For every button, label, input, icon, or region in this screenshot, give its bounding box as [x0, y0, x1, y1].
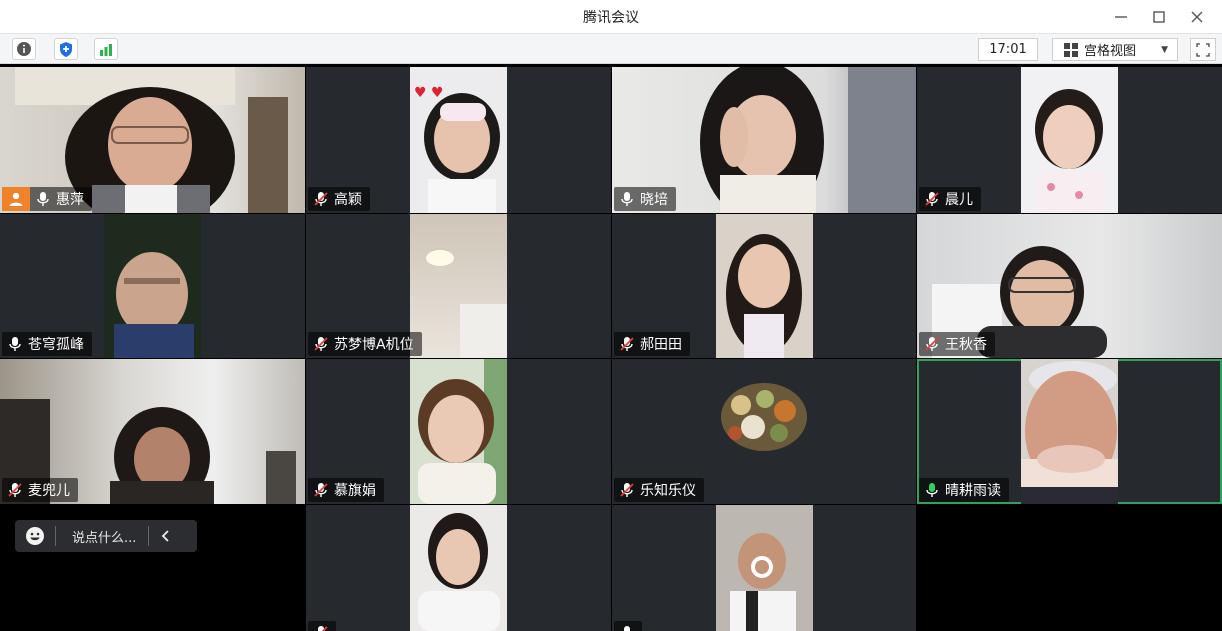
participant-name: 晓培 [640, 192, 668, 208]
shield-icon [60, 41, 72, 57]
video-grid: 惠萍 ♥ ♥ 高颖 晓培 晨儿 苍穹孤峰 苏梦博A机位 郝田田 王秋香 麦兜儿 … [0, 67, 1222, 631]
participant-name: 晴耕雨读 [945, 483, 1001, 499]
participant-name: 高颖 [334, 192, 362, 208]
view-mode-dropdown[interactable]: 宫格视图 ▼ [1052, 38, 1178, 61]
participant-tile[interactable]: 苏梦博A机位 [306, 214, 611, 358]
mic-muted-icon [925, 336, 939, 352]
mic-speaking-icon [925, 482, 939, 498]
participant-name-tag: 慕旗娟 [308, 478, 384, 502]
mic-muted-icon [314, 336, 328, 352]
participant-tile[interactable]: 苍穹孤峰 [0, 214, 305, 358]
chevron-down-icon: ▼ [1161, 44, 1168, 55]
participant-name-tag: 晨儿 [919, 187, 981, 211]
maximize-button[interactable] [1140, 0, 1178, 33]
participant-video [716, 214, 813, 358]
participant-name-tag [614, 621, 642, 631]
minimize-icon [1115, 15, 1127, 18]
participant-name: 惠萍 [56, 192, 84, 208]
mic-muted-icon [925, 191, 939, 207]
participant-video [410, 214, 507, 358]
participant-name: 苏梦博A机位 [334, 337, 414, 353]
participant-name-tag: 郝田田 [614, 332, 690, 356]
participant-tile[interactable]: 惠萍 [0, 67, 305, 213]
participant-name-tag: 乐知乐仪 [614, 478, 704, 502]
title-bar: 腾讯会议 [0, 0, 1222, 33]
participant-tile[interactable] [612, 505, 916, 631]
participant-tile[interactable]: 晨儿 [917, 67, 1222, 213]
network-status-button[interactable] [94, 38, 118, 60]
mic-muted-icon [8, 482, 22, 498]
participant-name-tag: 惠萍 [2, 187, 92, 211]
participant-name-tag [308, 621, 336, 631]
mic-muted-icon [314, 191, 328, 207]
participant-video [716, 505, 813, 631]
grid-view-icon [1064, 42, 1078, 57]
participant-name: 郝田田 [640, 337, 682, 353]
participant-tile[interactable]: 郝田田 [612, 214, 916, 358]
participant-avatar [721, 383, 807, 451]
participant-name-tag: 王秋香 [919, 332, 995, 356]
svg-text:♥ ♥: ♥ ♥ [414, 85, 444, 101]
window-title: 腾讯会议 [583, 9, 639, 26]
info-icon [17, 42, 31, 56]
emoji-icon [26, 527, 44, 545]
mic-on-icon [620, 191, 634, 207]
minimize-button[interactable] [1102, 0, 1140, 33]
mic-muted-icon [620, 482, 634, 498]
participant-name: 慕旗娟 [334, 483, 376, 499]
security-button[interactable] [54, 38, 78, 60]
view-mode-label: 宫格视图 [1084, 44, 1137, 59]
chat-input[interactable]: 说点什么... [56, 527, 148, 546]
participant-video: ♥ ♥ [410, 67, 507, 213]
participant-video [1021, 359, 1118, 504]
collapse-chat-button[interactable] [149, 530, 183, 542]
participant-tile[interactable] [306, 505, 611, 631]
meeting-clock: 17:01 [978, 38, 1038, 61]
participant-name: 王秋香 [945, 337, 987, 353]
mic-on-icon [620, 625, 634, 631]
participant-video [410, 505, 507, 631]
mic-muted-icon [314, 625, 328, 631]
meeting-toolbar: 17:01 宫格视图 ▼ [0, 33, 1222, 64]
window-controls [1102, 0, 1216, 33]
participant-name-tag: 苍穹孤峰 [2, 332, 92, 356]
participant-name: 苍穹孤峰 [28, 337, 84, 353]
participant-tile[interactable]: 王秋香 [917, 214, 1222, 358]
fullscreen-icon [1196, 42, 1210, 57]
participant-name: 晨儿 [945, 192, 973, 208]
participant-name-tag: 高颖 [308, 187, 370, 211]
participant-tile[interactable]: 麦兜儿 [0, 359, 305, 504]
participant-name-tag: 晓培 [614, 187, 676, 211]
participant-tile[interactable]: 慕旗娟 [306, 359, 611, 504]
participant-name: 乐知乐仪 [640, 483, 696, 499]
participant-tile[interactable]: 晓培 [612, 67, 916, 213]
participant-name-tag: 麦兜儿 [2, 478, 78, 502]
mic-on-icon [36, 191, 50, 207]
participant-name-tag: 苏梦博A机位 [308, 332, 422, 356]
emoji-button[interactable] [15, 526, 55, 546]
signal-icon [100, 44, 112, 56]
mic-muted-icon [620, 336, 634, 352]
fullscreen-button[interactable] [1190, 38, 1216, 61]
participant-video [1021, 67, 1118, 213]
meeting-info-button[interactable] [12, 38, 36, 60]
host-icon [9, 192, 23, 206]
participant-tile-active-speaker[interactable]: 晴耕雨读 [917, 359, 1222, 504]
chevron-left-icon [162, 530, 170, 542]
participant-tile[interactable]: ♥ ♥ 高颖 [306, 67, 611, 213]
participant-video [104, 214, 201, 358]
close-icon [1191, 11, 1203, 22]
close-button[interactable] [1178, 0, 1216, 33]
mic-on-icon [8, 336, 22, 352]
chat-bar: 说点什么... [15, 520, 197, 552]
mic-muted-icon [314, 482, 328, 498]
host-badge [2, 187, 30, 211]
participant-video [410, 359, 507, 504]
participant-tile[interactable]: 乐知乐仪 [612, 359, 916, 504]
maximize-icon [1153, 10, 1165, 23]
participant-name: 麦兜儿 [28, 483, 70, 499]
participant-name-tag: 晴耕雨读 [919, 478, 1009, 502]
